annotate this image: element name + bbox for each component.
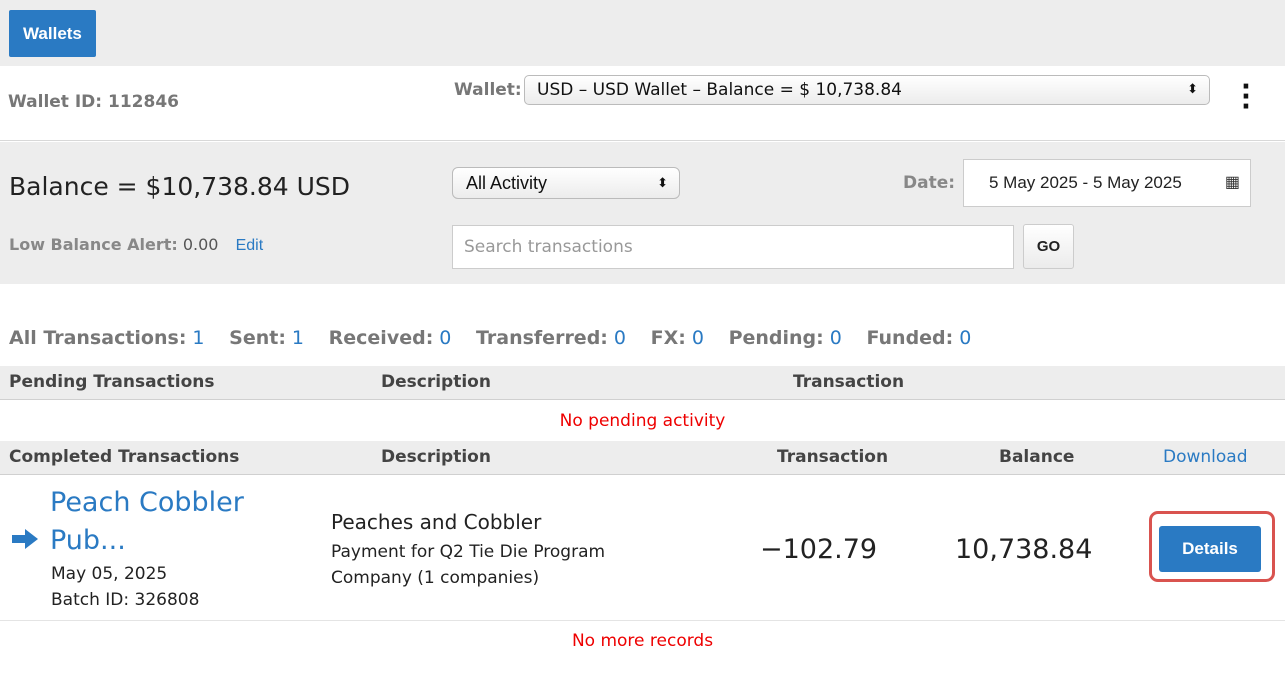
count-sent[interactable]: Sent: 1 — [229, 327, 304, 349]
no-pending-message: No pending activity — [559, 411, 726, 431]
pending-table-header: Pending Transactions Description Transac… — [0, 366, 1285, 400]
date-label: Date: — [903, 173, 956, 193]
wallet-select-value: USD – USD Wallet – Balance = $ 10,738.84 — [537, 80, 902, 100]
low-balance-value: 0.00 — [182, 235, 219, 254]
low-balance-label: Low Balance Alert: — [9, 235, 178, 254]
date-range-field[interactable]: 5 May 2025 - 5 May 2025 ▦ — [963, 159, 1251, 207]
search-input[interactable]: Search transactions — [452, 225, 1014, 269]
payee-link[interactable]: Peach Cobbler Pub... — [50, 484, 310, 560]
wallet-header: Wallet ID: 112846 Wallet: USD – USD Wall… — [0, 66, 1285, 141]
top-bar: Wallets — [0, 0, 1285, 66]
arrow-right-icon — [12, 529, 38, 549]
running-balance: 10,738.84 — [955, 534, 1093, 565]
select-arrows-icon: ⬍ — [1187, 82, 1198, 97]
column-header: Description — [381, 372, 491, 392]
transaction-amount: −102.79 — [760, 534, 878, 565]
balance-total: Balance = $10,738.84 USD — [9, 172, 351, 201]
count-pending[interactable]: Pending: 0 — [729, 327, 842, 349]
column-header: Description — [381, 447, 491, 467]
date-range-value: 5 May 2025 - 5 May 2025 — [989, 173, 1182, 192]
batch-id: Batch ID: 326808 — [51, 590, 200, 610]
column-header: Balance — [999, 447, 1075, 467]
column-header: Transaction — [793, 372, 905, 392]
activity-filter-value: All Activity — [466, 173, 548, 193]
download-link[interactable]: Download — [1163, 447, 1248, 467]
column-header: Completed Transactions — [9, 447, 240, 467]
description-line: Company (1 companies) — [331, 568, 540, 588]
go-button[interactable]: GO — [1023, 224, 1074, 269]
calendar-icon[interactable]: ▦ — [1225, 160, 1240, 206]
no-more-records-message: No more records — [571, 631, 714, 651]
transaction-date: May 05, 2025 — [51, 564, 168, 584]
count-all[interactable]: All Transactions: 1 — [9, 327, 205, 349]
column-header: Pending Transactions — [9, 372, 215, 392]
edit-low-balance-link[interactable]: Edit — [236, 237, 264, 254]
details-button[interactable]: Details — [1159, 526, 1261, 572]
completed-table-header: Completed Transactions Description Trans… — [0, 441, 1285, 475]
activity-filter-select[interactable]: All Activity ⬍ — [452, 167, 680, 199]
wallet-select[interactable]: USD – USD Wallet – Balance = $ 10,738.84… — [524, 75, 1210, 105]
count-transferred[interactable]: Transferred: 0 — [476, 327, 626, 349]
count-received[interactable]: Received: 0 — [329, 327, 452, 349]
wallets-tab-button[interactable]: Wallets — [9, 10, 96, 57]
description-title: Peaches and Cobbler — [331, 510, 542, 534]
summary-panel: Balance = $10,738.84 USD All Activity ⬍ … — [0, 142, 1285, 284]
kebab-menu-icon[interactable]: · · · — [1238, 74, 1254, 120]
select-arrows-icon: ⬍ — [657, 175, 668, 190]
low-balance-alert: Low Balance Alert: 0.00 Edit — [9, 235, 263, 255]
count-funded[interactable]: Funded: 0 — [866, 327, 971, 349]
count-fx[interactable]: FX: 0 — [651, 327, 704, 349]
wallet-id: Wallet ID: 112846 — [8, 92, 179, 112]
column-header: Transaction — [777, 447, 889, 467]
table-row: Peach Cobbler Pub... May 05, 2025 Batch … — [0, 476, 1285, 621]
description-line: Payment for Q2 Tie Die Program — [331, 542, 606, 562]
wallet-select-label: Wallet: — [454, 80, 522, 100]
transaction-counts: All Transactions: 1 Sent: 1 Received: 0 Tra… — [9, 327, 989, 349]
